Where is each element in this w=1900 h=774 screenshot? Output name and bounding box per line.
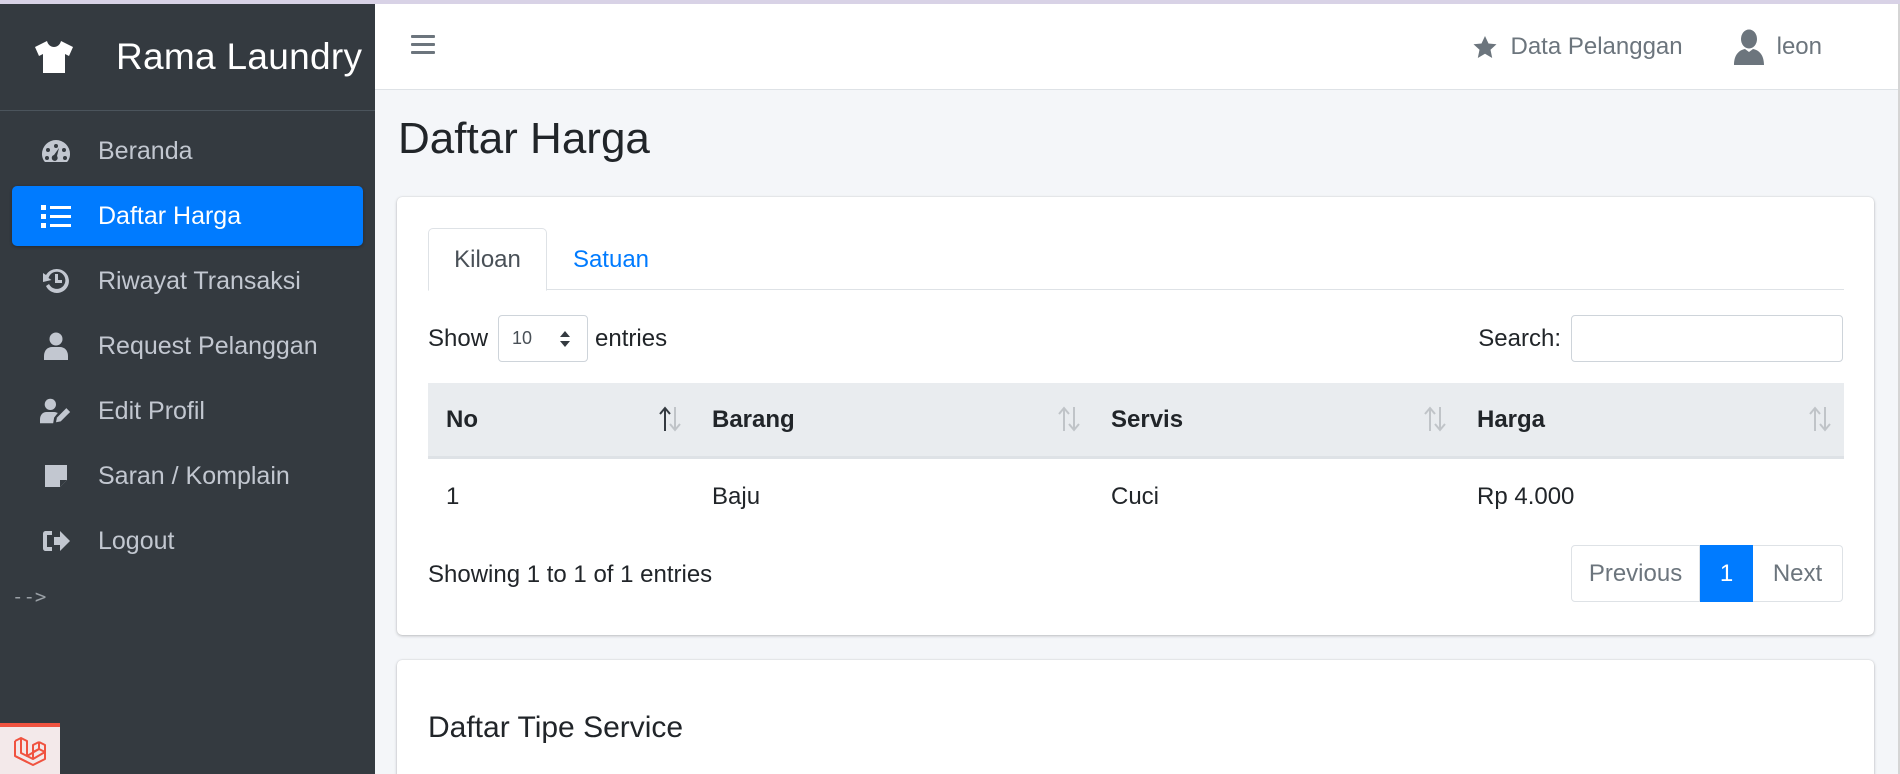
service-type-card: Daftar Tipe Service	[397, 660, 1874, 774]
search-input[interactable]	[1571, 315, 1843, 362]
page-length-value: 10	[512, 328, 533, 348]
sidebar-item-label: Daftar Harga	[98, 201, 242, 230]
sidebar-item-beranda[interactable]: Beranda	[12, 121, 363, 181]
navbar-right: Data Pelanggan leon	[1472, 4, 1822, 90]
cell-servis: Cuci	[1111, 483, 1160, 510]
table-search: Search:	[1478, 315, 1843, 362]
cell-harga: Rp 4.000	[1477, 483, 1575, 510]
history-icon	[40, 267, 72, 295]
page-length-control: Show 10 entries	[428, 315, 667, 362]
previous-page-button[interactable]: Previous	[1571, 545, 1700, 602]
top-navbar: Data Pelanggan leon	[375, 4, 1900, 90]
tshirt-icon	[32, 35, 76, 79]
sidebar-item-request-pelanggan[interactable]: Request Pelanggan	[12, 316, 363, 376]
sidebar-nav: Beranda Daftar Harga Riwayat Transaksi R…	[0, 111, 375, 571]
page-length-select[interactable]: 10	[498, 315, 589, 362]
sidebar-item-label: Logout	[98, 526, 175, 555]
pagination: Previous 1 Next	[1571, 545, 1843, 602]
table-info: Showing 1 to 1 of 1 entries	[428, 561, 713, 588]
star-icon	[1473, 35, 1497, 58]
table-header: No Barang Servis Harga	[428, 383, 1844, 459]
tachometer-icon	[40, 137, 72, 165]
next-page-button[interactable]: Next	[1753, 545, 1843, 602]
cell-no: 1	[446, 483, 460, 510]
user-edit-icon	[40, 397, 72, 425]
column-header-harga[interactable]: Harga	[1459, 383, 1844, 456]
table-row: 1 Baju Cuci Rp 4.000	[428, 459, 1844, 535]
sidebar-item-label: Riwayat Transaksi	[98, 266, 301, 295]
user-icon	[40, 332, 72, 360]
tab-kiloan[interactable]: Kiloan	[428, 228, 547, 291]
user-avatar-icon	[1733, 29, 1764, 65]
data-pelanggan-label: Data Pelanggan	[1510, 33, 1683, 60]
sidebar-item-logout[interactable]: Logout	[12, 511, 363, 571]
sticky-note-icon	[40, 462, 72, 490]
sidebar-item-daftar-harga[interactable]: Daftar Harga	[12, 186, 363, 246]
sidebar: Rama Laundry Beranda Daftar Harga Riwaya…	[0, 4, 375, 774]
stray-comment-text: -->	[12, 586, 47, 608]
page-title: Daftar Harga	[398, 114, 650, 163]
sidebar-item-saran-komplain[interactable]: Saran / Komplain	[12, 446, 363, 506]
sidebar-item-edit-profil[interactable]: Edit Profil	[12, 381, 363, 441]
data-pelanggan-link[interactable]: Data Pelanggan	[1472, 33, 1683, 61]
sort-icon	[1424, 406, 1446, 432]
column-header-servis[interactable]: Servis	[1093, 383, 1459, 456]
brand-name: Rama Laundry	[116, 36, 363, 77]
price-tabs: Kiloan Satuan	[428, 228, 1844, 291]
sidebar-item-label: Edit Profil	[98, 396, 205, 425]
show-label: Show	[428, 324, 489, 352]
tab-satuan[interactable]: Satuan	[547, 228, 675, 291]
brand-link[interactable]: Rama Laundry	[0, 4, 375, 111]
sidebar-item-label: Beranda	[98, 136, 193, 165]
list-icon	[40, 202, 72, 230]
sign-out-icon	[40, 527, 72, 555]
cell-barang: Baju	[712, 483, 761, 510]
menu-toggle-icon[interactable]	[411, 35, 435, 57]
price-table: No Barang Servis Harga 1 Baju Cuci Rp 4.…	[428, 383, 1844, 535]
sort-icon	[1058, 406, 1080, 432]
sort-icon	[1809, 406, 1831, 432]
search-label: Search:	[1478, 324, 1561, 352]
username-label: leon	[1776, 33, 1822, 60]
sort-asc-icon	[659, 406, 681, 432]
user-menu[interactable]: leon	[1733, 29, 1822, 65]
sidebar-item-label: Saran / Komplain	[98, 461, 290, 490]
page-1-button[interactable]: 1	[1700, 545, 1753, 602]
service-type-title: Daftar Tipe Service	[428, 711, 684, 744]
sidebar-item-riwayat-transaksi[interactable]: Riwayat Transaksi	[12, 251, 363, 311]
column-header-no[interactable]: No	[428, 383, 694, 456]
column-header-barang[interactable]: Barang	[694, 383, 1093, 456]
price-list-card: Kiloan Satuan Show 10 entries Search: No…	[397, 197, 1874, 635]
select-arrows-icon	[560, 331, 571, 347]
sidebar-item-label: Request Pelanggan	[98, 331, 318, 360]
entries-label: entries	[595, 324, 668, 352]
laravel-logo-icon[interactable]	[0, 723, 60, 774]
window-top-border	[0, 0, 1900, 4]
